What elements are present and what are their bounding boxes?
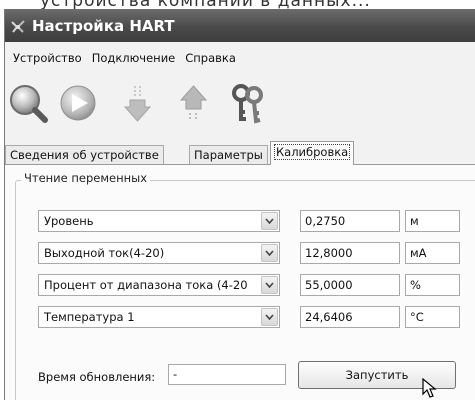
play-icon[interactable] xyxy=(57,83,99,125)
value-field-percent-range[interactable]: 55,0000 xyxy=(300,274,400,296)
tab-parameters[interactable]: Параметры xyxy=(189,145,268,164)
app-icon xyxy=(11,20,25,33)
variable-select-text: Уровень xyxy=(44,214,94,228)
hart-settings-window: Настройка HART Устройство Подключение Сп… xyxy=(4,9,475,400)
menu-device[interactable]: Устройство xyxy=(5,51,86,65)
keys-icon[interactable] xyxy=(227,83,269,125)
tab-calibration[interactable]: Калибровка xyxy=(270,141,355,165)
unit-field-percent-range[interactable]: % xyxy=(405,274,460,296)
tab-strip: Сведения об устройстве Параметры Калибро… xyxy=(5,139,475,165)
variable-select-output-current[interactable]: Выходной ток(4-20) xyxy=(38,242,280,264)
title-bar[interactable]: Настройка HART xyxy=(5,9,475,42)
chevron-down-icon[interactable] xyxy=(261,244,278,262)
update-interval-field[interactable]: - xyxy=(168,364,286,385)
menu-help[interactable]: Справка xyxy=(181,51,240,65)
tab-device-info-label: Сведения об устройстве xyxy=(10,148,159,162)
chevron-down-icon[interactable] xyxy=(261,308,278,326)
update-interval-label: Время обновления: xyxy=(38,370,156,384)
variable-select-text: Выходной ток(4-20) xyxy=(44,246,165,260)
tab-parameters-label: Параметры xyxy=(194,148,263,162)
search-icon[interactable] xyxy=(7,83,49,125)
value-field-output-current[interactable]: 12,8000 xyxy=(300,242,400,264)
chevron-down-icon[interactable] xyxy=(261,276,278,294)
menu-bar: Устройство Подключение Справка xyxy=(5,47,475,69)
value-field-level[interactable]: 0,2750 xyxy=(300,210,400,232)
toolbar xyxy=(5,83,475,131)
variable-select-text: Процент от диапазона тока (4-20 xyxy=(44,278,248,292)
unit-field-temperature[interactable]: °С xyxy=(405,306,460,328)
variable-select-text: Температура 1 xyxy=(44,310,135,324)
window-title: Настройка HART xyxy=(32,17,175,35)
tab-device-info[interactable]: Сведения об устройстве xyxy=(5,145,164,164)
unit-field-output-current[interactable]: мА xyxy=(405,242,460,264)
variable-select-level[interactable]: Уровень xyxy=(38,210,280,232)
chevron-down-icon[interactable] xyxy=(261,212,278,230)
upload-arrow-icon[interactable] xyxy=(173,83,215,125)
menu-connection[interactable]: Подключение xyxy=(88,51,180,65)
tab-calibration-label: Калибровка xyxy=(273,144,351,160)
group-title: Чтение переменных xyxy=(21,171,151,185)
variable-select-percent-range[interactable]: Процент от диапазона тока (4-20 xyxy=(38,274,280,296)
variable-select-temperature[interactable]: Температура 1 xyxy=(38,306,280,328)
download-arrow-icon[interactable] xyxy=(117,83,159,125)
calibration-panel: Чтение переменных Уровень 0,2750 м Выход… xyxy=(5,164,475,400)
value-field-temperature[interactable]: 24,6406 xyxy=(300,306,400,328)
unit-field-level[interactable]: м xyxy=(405,210,460,232)
mouse-cursor-icon xyxy=(422,378,437,398)
